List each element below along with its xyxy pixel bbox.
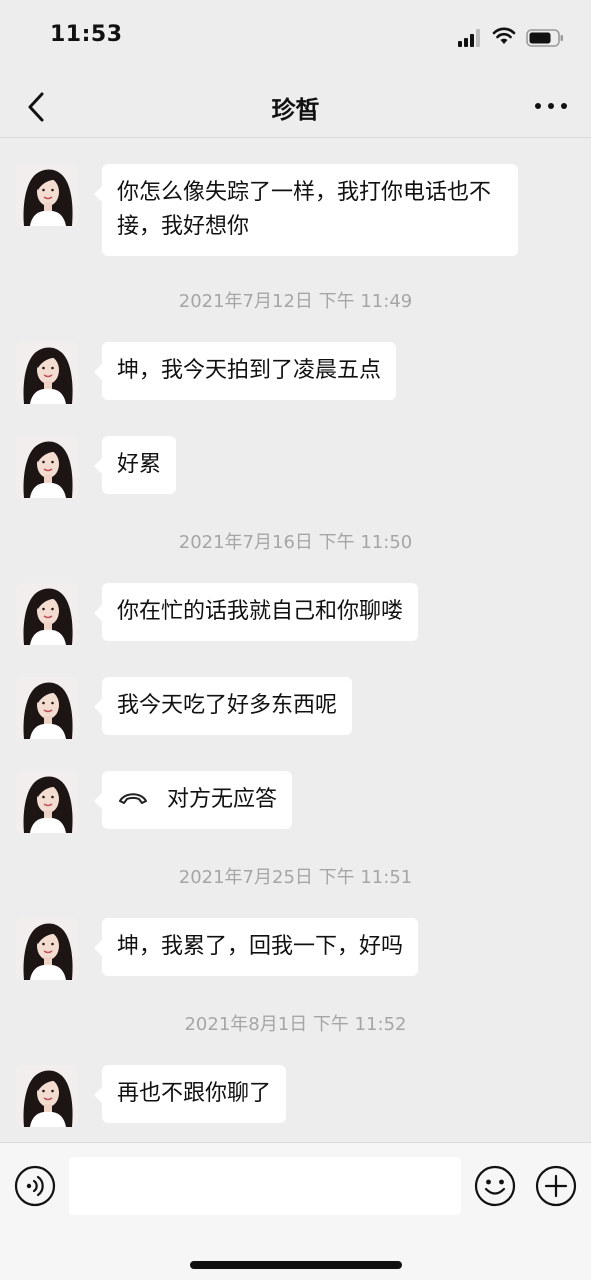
avatar[interactable] bbox=[16, 677, 78, 739]
avatar[interactable] bbox=[16, 342, 78, 404]
avatar[interactable] bbox=[16, 436, 78, 498]
avatar[interactable] bbox=[16, 1065, 78, 1127]
plus-circle-icon[interactable] bbox=[535, 1165, 577, 1207]
avatar[interactable] bbox=[16, 918, 78, 980]
avatar[interactable] bbox=[16, 164, 78, 226]
timestamp: 2021年8月1日 下午 11:52 bbox=[184, 1014, 407, 1035]
voice-icon[interactable] bbox=[14, 1165, 56, 1207]
message-input[interactable] bbox=[69, 1157, 461, 1215]
avatar[interactable] bbox=[16, 583, 78, 645]
home-indicator[interactable] bbox=[190, 1261, 402, 1269]
message-bubble[interactable]: 你在忙的话我就自己和你聊喽 bbox=[93, 583, 419, 641]
emoji-icon[interactable] bbox=[474, 1165, 516, 1207]
cellular-signal-icon bbox=[458, 29, 484, 47]
message-bubble[interactable]: 好累 bbox=[93, 436, 177, 494]
input-bar bbox=[0, 1142, 591, 1280]
timestamp: 2021年7月12日 下午 11:49 bbox=[178, 291, 413, 312]
message-bubble[interactable]: 再也不跟你聊了 bbox=[93, 1065, 287, 1123]
status-bar: 11:53 bbox=[0, 0, 591, 76]
timestamp: 2021年7月16日 下午 11:50 bbox=[178, 532, 413, 553]
call-bubble[interactable]: 对方无应答 bbox=[93, 771, 293, 829]
wifi-icon bbox=[492, 27, 516, 44]
more-horizontal-icon[interactable] bbox=[533, 94, 569, 118]
timestamp: 2021年7月25日 下午 11:51 bbox=[178, 867, 413, 888]
status-time: 11:53 bbox=[50, 22, 123, 47]
message-bubble[interactable]: 我今天吃了好多东西呢 bbox=[93, 677, 353, 735]
nav-bar: 珍皙 bbox=[0, 76, 591, 138]
message-bubble[interactable]: 坤，我今天拍到了凌晨五点 bbox=[93, 342, 397, 400]
battery-icon bbox=[526, 29, 563, 47]
avatar[interactable] bbox=[16, 771, 78, 833]
phone-hangup-icon bbox=[119, 793, 147, 804]
message-bubble[interactable]: 你怎么像失踪了一样，我打你电话也不接，我好想你 bbox=[94, 164, 518, 256]
call-status-text: 对方无应答 bbox=[167, 787, 278, 812]
chat-screen: 11:53 珍皙 你怎么像失踪了一样，我打你电话也不接，我好想你 2021年7月… bbox=[0, 0, 591, 1280]
chat-title: 珍皙 bbox=[271, 96, 320, 124]
message-bubble[interactable]: 坤，我累了，回我一下，好吗 bbox=[93, 918, 419, 976]
